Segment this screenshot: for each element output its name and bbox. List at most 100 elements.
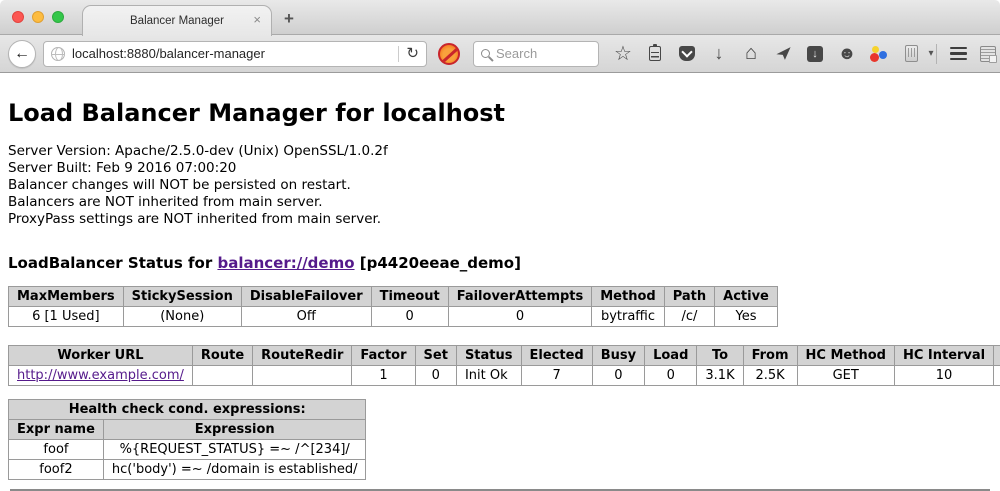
worker-url-link[interactable]: http://www.example.com/ <box>17 368 184 383</box>
balancer-demo-link[interactable]: balancer://demo <box>217 254 354 272</box>
browser-window: Balancer Manager × + ← ↻ ☆ ↓ ⌂ ↓ ☻ <box>0 0 1000 491</box>
table-row: foof %{REQUEST_STATUS} =~ /^[234]/ <box>9 440 366 460</box>
cell-status: Init Ok <box>456 366 521 386</box>
cell-to: 3.1K <box>697 366 743 386</box>
send-plane-icon[interactable] <box>773 43 793 65</box>
pocket-icon[interactable] <box>677 43 697 65</box>
table-header-row: MaxMembers StickySession DisableFailover… <box>9 287 778 307</box>
cell-worker-url: http://www.example.com/ <box>9 366 193 386</box>
downloads-panel-icon[interactable]: ↓ <box>805 43 825 65</box>
clipper-icon[interactable] <box>901 43 921 65</box>
balancer-params-table: MaxMembers StickySession DisableFailover… <box>8 286 778 327</box>
clipboard-icon[interactable] <box>645 43 665 65</box>
toolbar-right-group <box>936 44 998 64</box>
hamburger-menu-icon[interactable] <box>950 47 967 61</box>
col-factor: Factor <box>352 346 415 366</box>
cell-timeout: 0 <box>371 307 448 327</box>
col-elected: Elected <box>521 346 592 366</box>
col-passes: Passes <box>994 346 1000 366</box>
cell-from: 2.5K <box>743 366 797 386</box>
col-disablefailover: DisableFailover <box>241 287 371 307</box>
col-stickysession: StickySession <box>123 287 241 307</box>
bookmark-star-icon[interactable]: ☆ <box>613 43 633 65</box>
zoom-window-button[interactable] <box>52 11 64 23</box>
url-bar[interactable]: ↻ <box>43 41 427 67</box>
clipboard-glyph <box>649 46 661 61</box>
cell-expr-name: foof2 <box>9 460 104 480</box>
health-checks-table: Health check cond. expressions: Expr nam… <box>8 399 366 480</box>
pocket-glyph <box>679 46 695 61</box>
search-input[interactable] <box>496 46 591 61</box>
table-header-row: Worker URL Route RouteRedir Factor Set S… <box>9 346 1000 366</box>
cell-active: Yes <box>715 307 778 327</box>
col-hc-interval: HC Interval <box>894 346 993 366</box>
table-row: http://www.example.com/ 1 0 Init Ok 7 0 … <box>9 366 1000 386</box>
plane-glyph <box>775 45 792 62</box>
cell-elected: 7 <box>521 366 592 386</box>
cell-factor: 1 <box>352 366 415 386</box>
page-content: Load Balancer Manager for localhost Serv… <box>0 99 1000 491</box>
downloads-box-glyph: ↓ <box>807 46 823 62</box>
cell-stickysession: (None) <box>123 307 241 327</box>
smiley-bubble-icon[interactable]: ☻ <box>837 43 857 65</box>
search-icon <box>481 49 490 58</box>
col-routeredir: RouteRedir <box>253 346 352 366</box>
download-arrow-icon[interactable]: ↓ <box>709 43 729 65</box>
toolbar-separator <box>936 44 937 64</box>
col-path: Path <box>664 287 714 307</box>
col-failoverattempts: FailoverAttempts <box>448 287 592 307</box>
cell-busy: 0 <box>592 366 644 386</box>
url-input[interactable] <box>72 46 391 61</box>
workers-table: Worker URL Route RouteRedir Factor Set S… <box>8 345 1000 386</box>
close-window-button[interactable] <box>12 11 24 23</box>
col-active: Active <box>715 287 778 307</box>
cell-route <box>192 366 252 386</box>
col-load: Load <box>645 346 697 366</box>
col-hc-method: HC Method <box>797 346 894 366</box>
reload-icon[interactable]: ↻ <box>406 46 419 61</box>
col-worker-url: Worker URL <box>9 346 193 366</box>
search-bar[interactable] <box>473 41 599 67</box>
col-busy: Busy <box>592 346 644 366</box>
health-table-title: Health check cond. expressions: <box>9 400 366 420</box>
heading-suffix: [p4420eeae_demo] <box>355 254 521 272</box>
tab-title: Balancer Manager <box>130 15 224 27</box>
minimize-window-button[interactable] <box>32 11 44 23</box>
col-method: Method <box>592 287 664 307</box>
globe-icon <box>51 47 65 61</box>
server-info-line: Server Version: Apache/2.5.0-dev (Unix) … <box>8 143 992 160</box>
pages-badge-icon[interactable] <box>980 46 996 62</box>
toolbar-icons: ☆ ↓ ⌂ ↓ ☻ ▾ <box>613 43 936 65</box>
back-button[interactable]: ← <box>8 40 36 68</box>
tab-close-icon[interactable]: × <box>253 13 261 26</box>
new-tab-button[interactable]: + <box>284 9 294 29</box>
table-title-row: Health check cond. expressions: <box>9 400 366 420</box>
color-dots-icon[interactable] <box>869 43 889 65</box>
cell-expr-name: foof <box>9 440 104 460</box>
server-info-line: Server Built: Feb 9 2016 07:00:20 <box>8 160 992 177</box>
server-info-line: Balancers are NOT inherited from main se… <box>8 194 992 211</box>
col-expression: Expression <box>103 420 366 440</box>
cell-failoverattempts: 0 <box>448 307 592 327</box>
home-icon[interactable]: ⌂ <box>741 43 761 65</box>
col-expr-name: Expr name <box>9 420 104 440</box>
chevron-down-icon[interactable]: ▾ <box>926 43 936 65</box>
table-row: foof2 hc('body') =~ /domain is establish… <box>9 460 366 480</box>
noscript-blocked-icon[interactable] <box>438 43 460 65</box>
clipper-glyph <box>905 45 918 62</box>
cell-path: /c/ <box>664 307 714 327</box>
cell-load: 0 <box>645 366 697 386</box>
col-set: Set <box>415 346 456 366</box>
table-header-row: Expr name Expression <box>9 420 366 440</box>
table-row: 6 [1 Used] (None) Off 0 0 bytraffic /c/ … <box>9 307 778 327</box>
cell-hc-interval: 10 <box>894 366 993 386</box>
page-title: Load Balancer Manager for localhost <box>8 99 992 127</box>
col-timeout: Timeout <box>371 287 448 307</box>
cell-expression: %{REQUEST_STATUS} =~ /^[234]/ <box>103 440 366 460</box>
tab-balancer-manager[interactable]: Balancer Manager × <box>82 5 272 36</box>
col-from: From <box>743 346 797 366</box>
server-info-line: ProxyPass settings are NOT inherited fro… <box>8 211 992 228</box>
cell-maxmembers: 6 [1 Used] <box>9 307 124 327</box>
traffic-lights <box>12 11 64 23</box>
balancer-status-heading: LoadBalancer Status for balancer://demo … <box>8 254 992 272</box>
